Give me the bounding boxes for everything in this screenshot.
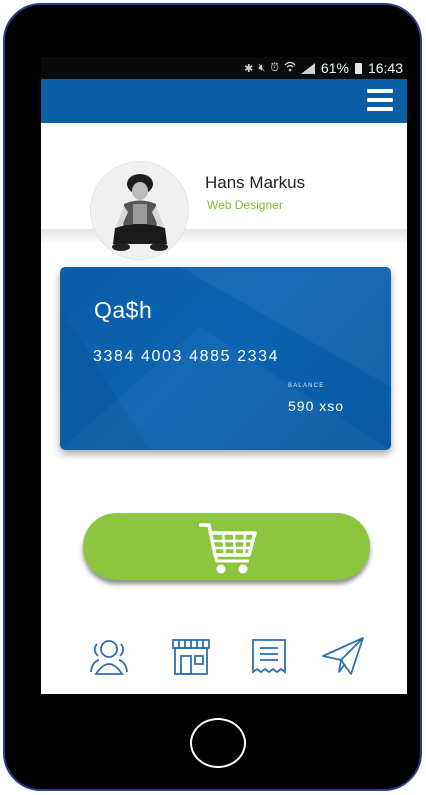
shopping-cart-icon: [199, 523, 257, 574]
app-screen: ✱ 🔇︎ ⏰︎ 61% 16:43 Hans Markus Web Design…: [41, 57, 407, 694]
hamburger-menu-icon[interactable]: [367, 89, 393, 113]
status-icons: ✱ 🔇︎ ⏰︎: [244, 61, 315, 75]
payment-card[interactable]: Qa$h 3384 4003 4885 2334 BALANCE 590 xso: [60, 267, 391, 450]
card-balance: 590 xso: [288, 398, 345, 414]
bluetooth-icon: ✱: [244, 62, 254, 75]
battery-percent: 61%: [320, 60, 349, 76]
mute-icon: 🔇︎: [258, 61, 266, 74]
card-number: 3384 4003 4885 2334: [93, 348, 280, 365]
battery-icon: [354, 62, 362, 74]
users-icon[interactable]: [87, 634, 131, 678]
cart-button[interactable]: [83, 513, 370, 580]
card-balance-label: BALANCE: [288, 383, 325, 389]
status-bar: ✱ 🔇︎ ⏰︎ 61% 16:43: [41, 57, 407, 79]
card-brand-logo: Qa$h: [94, 297, 153, 323]
bottom-nav: [41, 632, 407, 682]
phone-frame: ✱ 🔇︎ ⏰︎ 61% 16:43 Hans Markus Web Design…: [3, 3, 422, 791]
signal-icon: [300, 62, 315, 74]
alarm-icon: ⏰︎: [270, 61, 279, 74]
send-icon[interactable]: [321, 634, 365, 678]
profile-role: Web Designer: [207, 198, 283, 212]
profile-name: Hans Markus: [205, 173, 306, 192]
clock: 16:43: [367, 60, 403, 76]
wifi-icon: [284, 61, 296, 75]
store-icon[interactable]: [169, 634, 213, 678]
home-button[interactable]: [190, 718, 246, 768]
receipt-icon[interactable]: [247, 634, 291, 678]
app-bar: [41, 79, 407, 123]
avatar[interactable]: [90, 161, 189, 260]
